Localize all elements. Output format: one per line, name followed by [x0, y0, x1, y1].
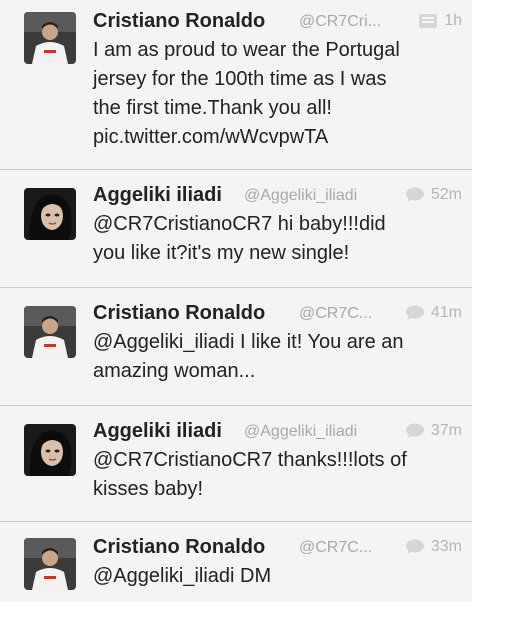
- tweet-text[interactable]: @Aggeliki_iliadi I like it! You are an a…: [93, 328, 458, 386]
- tweet-meta: 37m: [405, 418, 462, 444]
- tweet-item[interactable]: Cristiano Ronaldo @CR7C... 41m @Aggeliki…: [0, 288, 472, 406]
- tweet-item[interactable]: Cristiano Ronaldo @CR7Cri... 1h I am as …: [0, 0, 472, 170]
- avatar[interactable]: [24, 424, 76, 476]
- author-name[interactable]: Cristiano Ronaldo: [93, 534, 265, 560]
- avatar[interactable]: [24, 188, 76, 240]
- tweet-header: Aggeliki iliadi @Aggeliki_iliadi 52m: [93, 182, 462, 208]
- tweet-time: 41m: [430, 304, 462, 321]
- tweet-time: 37m: [430, 422, 462, 439]
- author-handle[interactable]: @CR7C...: [299, 301, 372, 326]
- author-name[interactable]: Cristiano Ronaldo: [93, 300, 265, 326]
- author-name[interactable]: Aggeliki iliadi: [93, 182, 222, 208]
- tweet-text[interactable]: @CR7CristianoCR7 hi baby!!!did you like …: [93, 210, 458, 268]
- author-handle[interactable]: @CR7Cri...: [299, 9, 381, 34]
- tweet-time: 52m: [430, 186, 462, 203]
- tweet-header: Aggeliki iliadi @Aggeliki_iliadi 37m: [93, 418, 462, 444]
- tweet-item[interactable]: Cristiano Ronaldo @CR7C... 33m @Aggeliki…: [0, 522, 472, 602]
- reply-bubble-icon: [405, 539, 424, 554]
- tweet-text[interactable]: I am as proud to wear the Portugal jerse…: [93, 36, 458, 152]
- tweet-meta: 41m: [405, 300, 462, 326]
- tweet-meta: 33m: [405, 534, 462, 560]
- avatar[interactable]: [24, 12, 76, 64]
- author-name[interactable]: Cristiano Ronaldo: [93, 8, 265, 34]
- avatar[interactable]: [24, 306, 76, 358]
- tweet-time: 1h: [444, 12, 462, 29]
- reply-bubble-icon: [405, 423, 424, 438]
- tweet-meta: 52m: [405, 182, 462, 208]
- reply-bubble-icon: [405, 305, 424, 320]
- author-name[interactable]: Aggeliki iliadi: [93, 418, 222, 444]
- tweet-header: Cristiano Ronaldo @CR7C... 41m: [93, 300, 462, 326]
- tweet-timeline: Cristiano Ronaldo @CR7Cri... 1h I am as …: [0, 0, 472, 602]
- tweet-meta: 1h: [418, 8, 462, 34]
- media-card-icon: [419, 14, 438, 28]
- author-handle[interactable]: @Aggeliki_iliadi: [244, 419, 357, 444]
- tweet-item[interactable]: Aggeliki iliadi @Aggeliki_iliadi 52m @CR…: [0, 170, 472, 288]
- reply-bubble-icon: [405, 187, 424, 202]
- tweet-text[interactable]: @CR7CristianoCR7 thanks!!!lots of kisses…: [93, 446, 458, 504]
- tweet-header: Cristiano Ronaldo @CR7C... 33m: [93, 534, 462, 560]
- tweet-time: 33m: [430, 538, 462, 555]
- tweet-header: Cristiano Ronaldo @CR7Cri... 1h: [93, 8, 462, 34]
- author-handle[interactable]: @CR7C...: [299, 535, 372, 560]
- author-handle[interactable]: @Aggeliki_iliadi: [244, 183, 357, 208]
- tweet-item[interactable]: Aggeliki iliadi @Aggeliki_iliadi 37m @CR…: [0, 406, 472, 522]
- avatar[interactable]: [24, 538, 76, 590]
- tweet-text[interactable]: @Aggeliki_iliadi DM: [93, 562, 458, 591]
